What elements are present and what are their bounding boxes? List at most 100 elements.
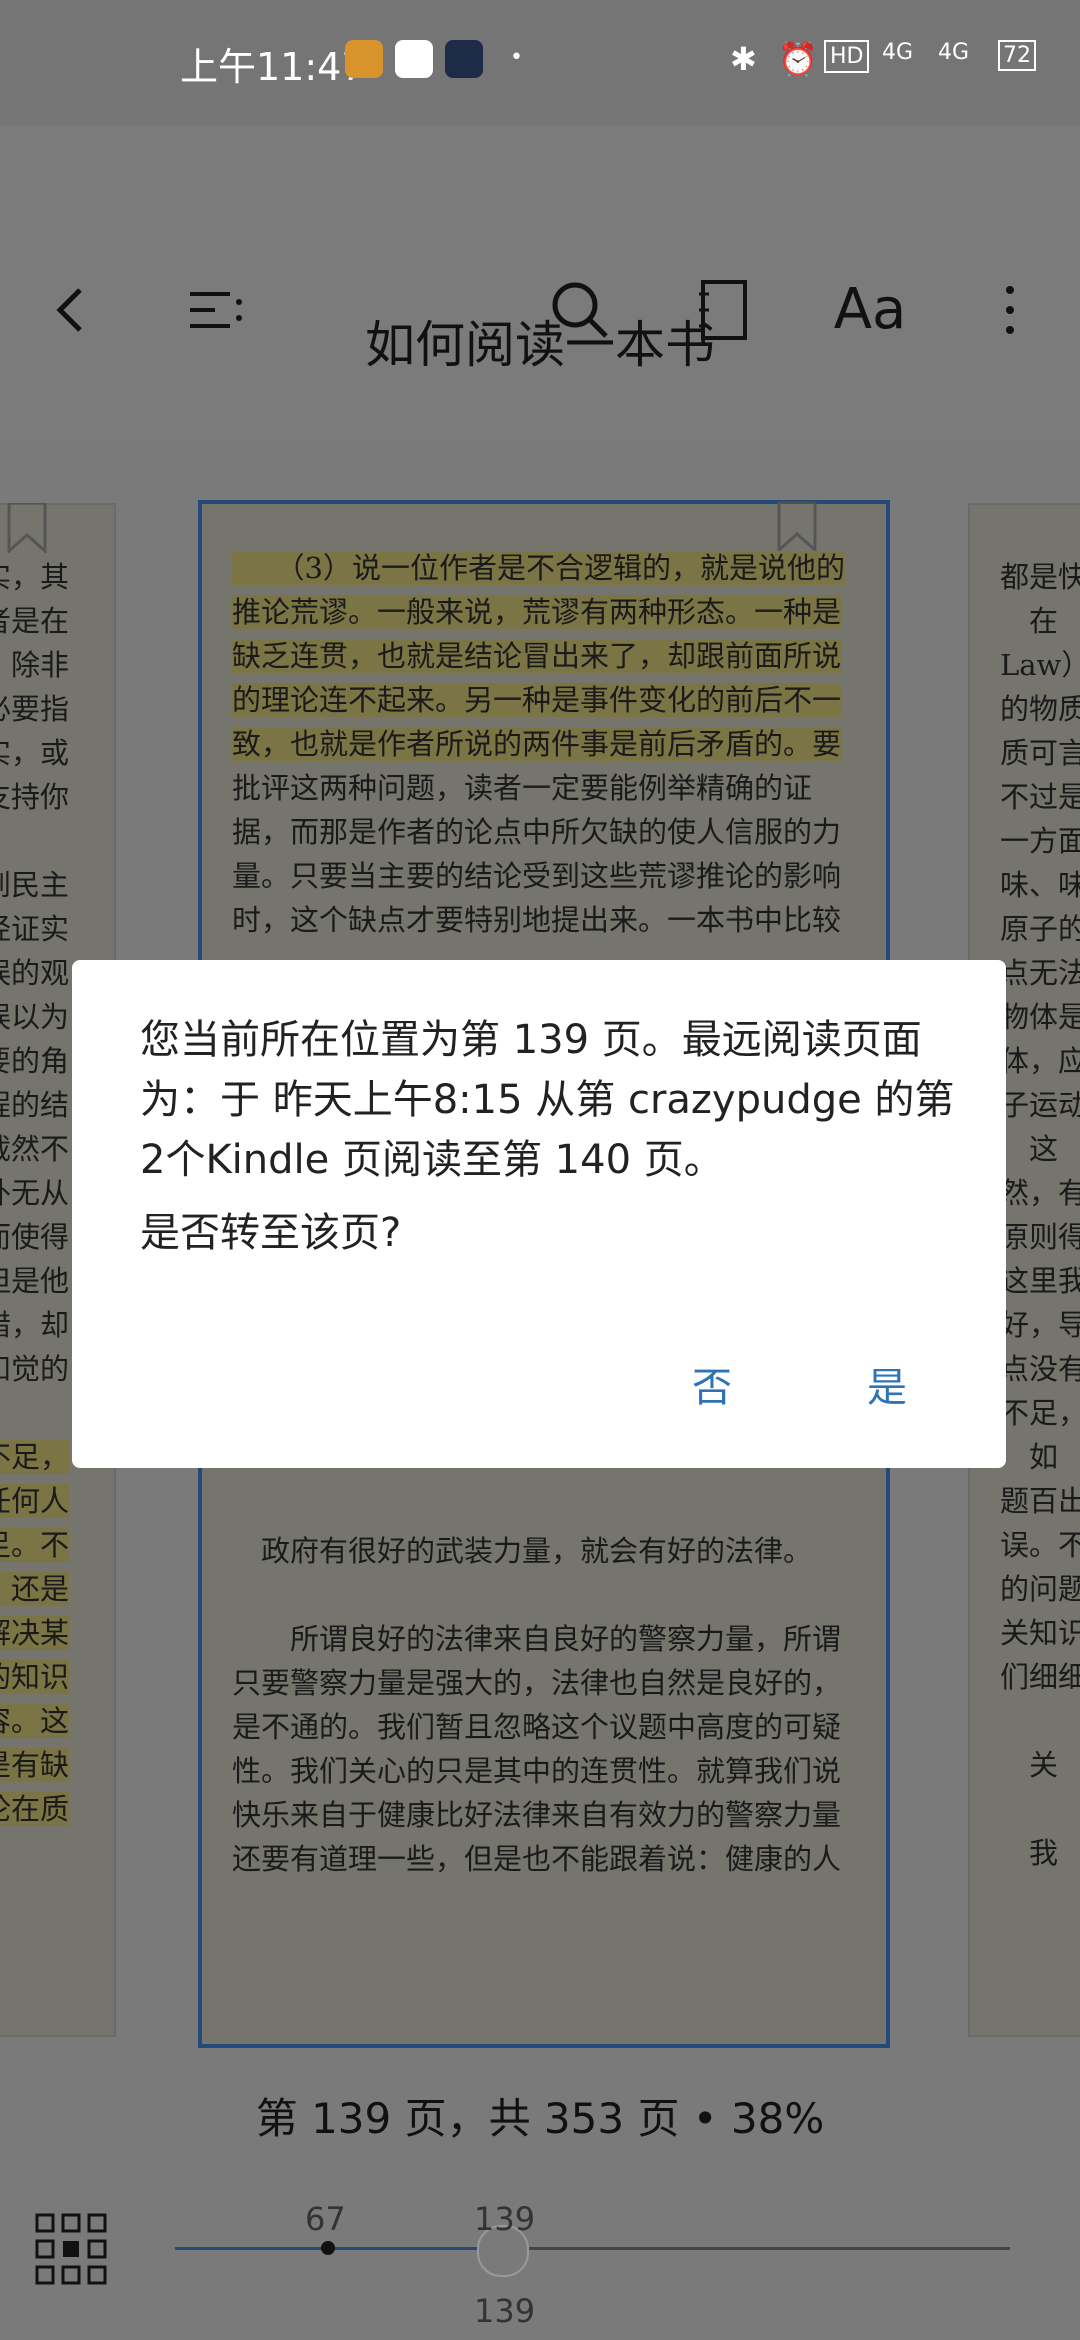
text-line: 足。不 xyxy=(0,1523,70,1567)
text-line: （3）说一位作者是不合逻辑的，就是说他的 xyxy=(232,551,845,585)
current-page-label: 139 xyxy=(474,2200,536,2238)
more-dot-icon: • xyxy=(510,45,523,70)
text-line: 必要指 xyxy=(0,692,70,726)
text-line: 不足， xyxy=(0,1435,70,1479)
page-text-top: （3）说一位作者是不合逻辑的，就是说他的 推论荒谬。一般来说，荒谬有两种形态。一种… xyxy=(232,546,845,942)
page-text-bottom: 政府有很好的武装力量，就会有好的法律。 所谓良好的法律来自良好的警察力量，所谓只… xyxy=(232,1529,841,1881)
bluetooth-icon: ✱ xyxy=(730,40,757,78)
text-line: 缺乏连贯，也就是结论冒出来了，却跟前面所说 xyxy=(232,639,842,673)
text-line: 题百出 xyxy=(1000,1484,1080,1518)
page-progress-info: 第 139 页，共 353 页 • 38% xyxy=(255,2094,825,2143)
text-line: 们细细 xyxy=(1000,1660,1080,1694)
text-line: 者是在 xyxy=(0,604,70,638)
resume-position-dialog: 您当前所在位置为第 139 页。最远阅读页面为：于 昨天上午8:15 从第 cr… xyxy=(72,960,1006,1468)
text-line: 所谓良好的法律来自良好的警察力量，所谓 xyxy=(232,1622,842,1656)
text-line: 质可言 xyxy=(1000,736,1080,770)
text-line: 的知识 xyxy=(0,1655,70,1699)
text-line: 实，其 xyxy=(0,560,70,594)
text-line: 都是快 xyxy=(1000,560,1080,594)
status-bar: 上午11:47 • ✱ ⏰ HD 4G 4G 72 xyxy=(0,0,1080,125)
text-line: 批评这两种问题，读者一定要能例举精确的证 xyxy=(232,771,813,805)
hd-icon: HD xyxy=(824,40,870,73)
text-line: 量。只要当主要的结论受到这些荒谬推论的影响 xyxy=(232,859,842,893)
text-line: 关 xyxy=(1000,1748,1059,1782)
text-line: 子运动 xyxy=(1000,1088,1080,1122)
battery-icon: 72 xyxy=(998,40,1036,71)
reader-toolbar: Aa xyxy=(0,125,1080,445)
text-line: 知觉的 xyxy=(0,1352,70,1386)
dialog-message: 您当前所在位置为第 139 页。最远阅读页面为：于 昨天上午8:15 从第 cr… xyxy=(140,1017,955,1183)
text-line: 要的角 xyxy=(0,1044,70,1078)
text-line: 性。我们关心的只是其中的连贯性。就算我们说 xyxy=(232,1754,842,1788)
text-line: 好，导 xyxy=(1000,1308,1080,1342)
bookmark-icon[interactable] xyxy=(777,502,817,552)
text-line: ，除非 xyxy=(0,648,70,682)
text-line: 物体是 xyxy=(1000,1000,1080,1034)
text-line: 是不通的。我们暂且忽略这个议题中高度的可疑 xyxy=(232,1710,842,1744)
text-line: 政府有很好的武装力量，就会有好的法律。 xyxy=(232,1534,813,1568)
text-line: 如 xyxy=(1000,1440,1059,1474)
text-line: 支持你 xyxy=(0,780,70,814)
signal-4g-icon: 4G xyxy=(882,40,914,65)
book-title: 如何阅读一本书 xyxy=(365,316,715,374)
text-line xyxy=(0,819,69,863)
furthest-read-marker xyxy=(321,2241,335,2255)
app-notification-icon xyxy=(345,40,383,78)
furthest-page-label: 67 xyxy=(305,2200,346,2238)
text-line: 到民主 xyxy=(0,868,70,902)
text-line: 不足， xyxy=(1000,1396,1080,1430)
text-line: 程的结 xyxy=(0,1088,70,1122)
text-line: 误。不 xyxy=(1000,1528,1080,1562)
text-line: 容。这 xyxy=(0,1699,70,1743)
text-line: 原则得 xyxy=(1000,1220,1080,1254)
dialog-question: 是否转至该页? xyxy=(140,1210,402,1256)
page-grid-icon[interactable] xyxy=(35,2213,107,2285)
text-line: 在 xyxy=(1000,604,1059,638)
status-time: 上午11:47 xyxy=(180,45,366,89)
text-line: 实，或 xyxy=(0,736,70,770)
text-line xyxy=(232,1573,841,1617)
text-line: 致，也就是作者所说的两件事是前后矛盾的。要 xyxy=(232,727,842,761)
text-line: 只要警察力量是强大的，法律也自然是良好的， xyxy=(232,1666,842,1700)
yes-button[interactable]: 是 xyxy=(867,1355,907,1413)
text-line: 不过是 xyxy=(1000,780,1080,814)
text-line: 误以为 xyxy=(0,1000,70,1034)
text-line: 错，却 xyxy=(0,1308,70,1342)
no-button[interactable]: 否 xyxy=(692,1355,732,1413)
text-line: 这里我 xyxy=(1000,1264,1080,1298)
text-line: 但是他 xyxy=(0,1264,70,1298)
text-line: 一方面 xyxy=(1000,824,1080,858)
alarm-icon: ⏰ xyxy=(778,40,818,78)
text-line: 点没有 xyxy=(1000,1352,1080,1386)
text-line: 据，而那是作者的论点中所欠缺的使人信服的力 xyxy=(232,815,842,849)
text-line: 外无从 xyxy=(0,1176,70,1210)
text-line: 点无法 xyxy=(1000,956,1080,990)
text-line: 的问题 xyxy=(1000,1572,1080,1606)
text-line: 体，应 xyxy=(1000,1044,1080,1078)
text-line: 是有缺 xyxy=(0,1743,70,1787)
app-notification-icon xyxy=(445,40,483,78)
text-line: 的理论连不起来。另一种是事件变化的前后不一 xyxy=(232,683,842,717)
text-line: 误的观 xyxy=(0,956,70,990)
text-line xyxy=(0,1391,69,1435)
text-line: 快乐来自于健康比好法律来自有效力的警察力量 xyxy=(232,1798,842,1832)
text-line: ，还是 xyxy=(0,1567,70,1611)
text-line: 我 xyxy=(1000,1836,1059,1870)
text-line: 而使得 xyxy=(0,1220,70,1254)
signal-4g-icon: 4G xyxy=(938,40,970,65)
text-line: 这 xyxy=(1000,1132,1059,1166)
text-line: 推论荒谬。一般来说，荒谬有两种形态。一种是 xyxy=(232,595,842,629)
text-line: 经证实 xyxy=(0,912,70,946)
previous-page-text: 实，其者是在 ，除非必要指实，或支持你 到民主经证实误的观误以为要的角程的结截然不… xyxy=(0,555,70,1831)
text-line: 解决某 xyxy=(0,1611,70,1655)
app-notification-icon xyxy=(395,40,433,78)
text-line: 然，有 xyxy=(1000,1176,1080,1210)
current-page-label-below: 139 xyxy=(474,2292,536,2330)
bookmark-icon[interactable] xyxy=(7,503,47,553)
text-line: 关知识 xyxy=(1000,1616,1080,1650)
text-line: Law） xyxy=(1000,648,1080,682)
text-line xyxy=(1000,1699,1080,1743)
text-line: 任何人 xyxy=(0,1479,70,1523)
text-line: 还要有道理一些，但是也不能跟着说：健康的人 xyxy=(232,1842,842,1876)
text-line: 截然不 xyxy=(0,1132,70,1166)
